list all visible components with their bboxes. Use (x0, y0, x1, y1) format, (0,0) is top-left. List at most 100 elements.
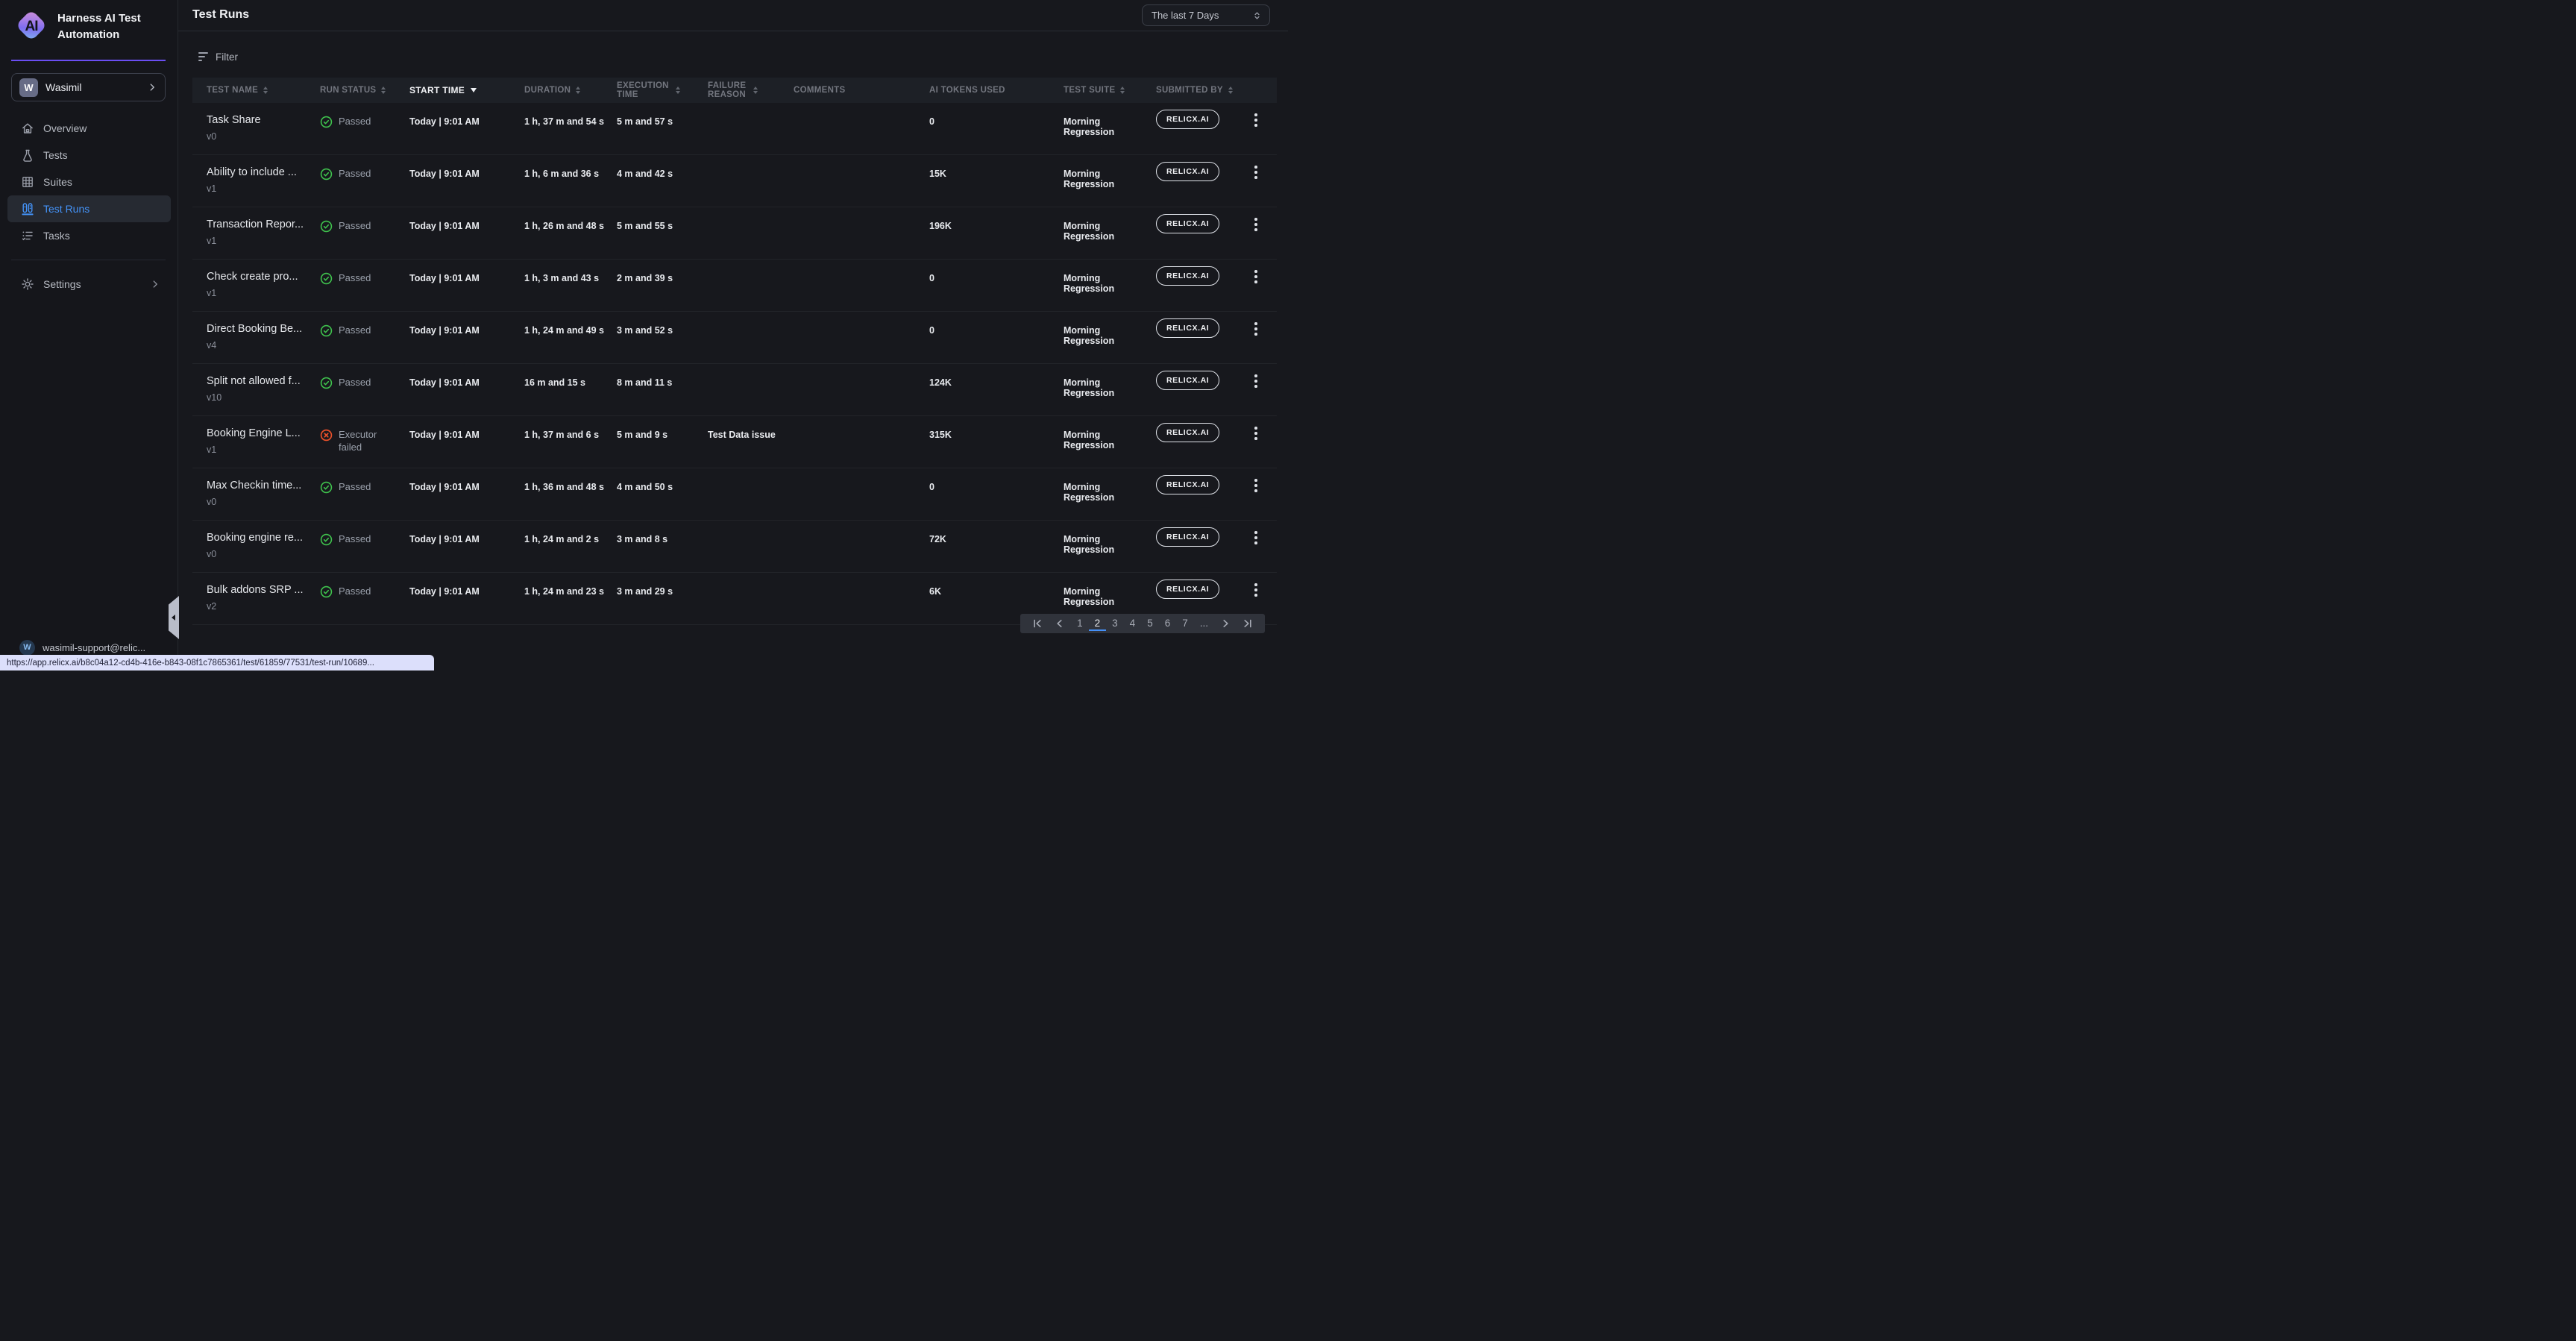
start-time-cell: Today | 9:01 AM (409, 155, 524, 207)
column-header[interactable]: TEST NAME (207, 86, 320, 95)
table-row[interactable]: Check create pro... v1 Passed Today | 9:… (192, 260, 1277, 312)
column-header[interactable]: FAILURE REASON (708, 81, 794, 99)
start-time-cell: Today | 9:01 AM (409, 573, 524, 624)
run-status-text: Passed (339, 480, 371, 493)
run-status-text: Passed (339, 533, 371, 545)
test-name-cell: Transaction Repor... v1 (207, 207, 320, 259)
kebab-menu-icon[interactable] (1251, 583, 1261, 597)
grid-icon (21, 175, 34, 189)
run-status-text: Passed (339, 219, 371, 232)
failure-reason-cell (708, 312, 794, 363)
table-row[interactable]: Task Share v0 Passed Today | 9:01 AM 1 h… (192, 103, 1277, 155)
column-header-label: SUBMITTED BY (1156, 86, 1223, 95)
pagination-ellipsis: ... (1194, 616, 1214, 631)
comments-cell (794, 260, 929, 311)
last-page-button[interactable] (1237, 618, 1259, 629)
column-header[interactable]: RUN STATUS (320, 86, 409, 95)
column-header[interactable]: EXECUTION TIME (617, 81, 708, 99)
test-suite-cell: Morning Regression (1064, 468, 1156, 520)
start-time-cell: Today | 9:01 AM (409, 364, 524, 415)
run-status-cell: Passed (320, 207, 409, 259)
ai-tokens-cell: 124K (929, 364, 1064, 415)
column-header[interactable]: START TIME (409, 86, 524, 95)
column-header[interactable]: COMMENTS (794, 86, 929, 95)
sidebar-item-overview[interactable]: Overview (7, 115, 171, 142)
workspace-selector[interactable]: W Wasimil (11, 73, 166, 101)
test-name: Bulk addons SRP ... (207, 584, 310, 596)
page-7[interactable]: 7 (1176, 616, 1194, 631)
page-6[interactable]: 6 (1159, 616, 1177, 631)
kebab-menu-icon[interactable] (1251, 322, 1261, 336)
page-3[interactable]: 3 (1106, 616, 1124, 631)
status-url-text: https://app.relicx.ai/b8c04a12-cd4b-416e… (7, 659, 374, 668)
row-actions-cell (1251, 521, 1277, 572)
kebab-menu-icon[interactable] (1251, 427, 1261, 440)
table-row[interactable]: Transaction Repor... v1 Passed Today | 9… (192, 207, 1277, 260)
table-row[interactable]: Ability to include ... v1 Passed Today |… (192, 155, 1277, 207)
row-actions-cell (1251, 155, 1277, 207)
sidebar-item-settings[interactable]: Settings (7, 271, 171, 297)
run-status-cell: Passed (320, 573, 409, 624)
page-4[interactable]: 4 (1124, 616, 1142, 631)
check-circle-icon (320, 116, 333, 128)
table-row[interactable]: Booking Engine L... v1 Executor failed T… (192, 416, 1277, 468)
submitted-by-cell: RELICX.AI (1156, 103, 1251, 154)
run-status-cell: Passed (320, 312, 409, 363)
sidebar-collapse-handle[interactable] (169, 596, 179, 639)
table-row[interactable]: Booking engine re... v0 Passed Today | 9… (192, 521, 1277, 573)
table-row[interactable]: Max Checkin time... v0 Passed Today | 9:… (192, 468, 1277, 521)
column-header[interactable]: TEST SUITE (1064, 86, 1156, 95)
start-time-cell: Today | 9:01 AM (409, 521, 524, 572)
run-status-text: Executor failed (339, 428, 399, 453)
submitted-by-cell: RELICX.AI (1156, 207, 1251, 259)
first-page-button[interactable] (1026, 618, 1049, 629)
chevron-left-icon (1055, 618, 1065, 629)
kebab-menu-icon[interactable] (1251, 270, 1261, 283)
sidebar-item-tests[interactable]: Tests (7, 142, 171, 169)
test-name-cell: Task Share v0 (207, 103, 320, 154)
test-name: Booking Engine L... (207, 427, 310, 439)
sidebar-item-tasks[interactable]: Tasks (7, 222, 171, 249)
check-circle-icon (320, 377, 333, 389)
table-row[interactable]: Direct Booking Be... v4 Passed Today | 9… (192, 312, 1277, 364)
kebab-menu-icon[interactable] (1251, 479, 1261, 492)
failure-reason-cell: Test Data issue (708, 416, 794, 468)
sidebar-item-test-runs[interactable]: Test Runs (7, 195, 171, 222)
row-actions-cell (1251, 207, 1277, 259)
kebab-menu-icon[interactable] (1251, 218, 1261, 231)
failure-reason-cell (708, 103, 794, 154)
execution-time-cell: 5 m and 57 s (617, 103, 708, 154)
date-range-select[interactable]: The last 7 Days (1142, 4, 1270, 26)
table-row[interactable]: Split not allowed f... v10 Passed Today … (192, 364, 1277, 416)
run-status-text: Passed (339, 585, 371, 597)
logo-monogram: AI (15, 19, 48, 35)
column-header[interactable]: AI TOKENS USED (929, 86, 1064, 95)
column-header[interactable]: DURATION (524, 86, 617, 95)
submitted-by-cell: RELICX.AI (1156, 312, 1251, 363)
filter-button[interactable]: Filter (198, 46, 238, 67)
gear-icon (21, 277, 34, 291)
column-header-label: EXECUTION TIME (617, 81, 670, 99)
sort-arrows-icon (1228, 87, 1233, 94)
comments-cell (794, 468, 929, 520)
app-root: { "app": { "brand_title": "Harness AI Te… (0, 0, 1288, 670)
kebab-menu-icon[interactable] (1251, 374, 1261, 388)
sidebar-item-label: Tests (43, 149, 68, 161)
kebab-menu-icon[interactable] (1251, 531, 1261, 544)
test-name: Transaction Repor... (207, 219, 310, 230)
page-2[interactable]: 2 (1089, 616, 1107, 631)
page-5[interactable]: 5 (1141, 616, 1159, 631)
sidebar-item-suites[interactable]: Suites (7, 169, 171, 195)
kebab-menu-icon[interactable] (1251, 166, 1261, 179)
execution-time-cell: 8 m and 11 s (617, 364, 708, 415)
ai-tokens-cell: 196K (929, 207, 1064, 259)
next-page-button[interactable] (1214, 618, 1237, 629)
page-1[interactable]: 1 (1071, 616, 1089, 631)
user-email: wasimil-support@relic... (43, 642, 145, 653)
kebab-menu-icon[interactable] (1251, 113, 1261, 127)
column-header[interactable]: SUBMITTED BY (1156, 86, 1251, 95)
check-circle-icon (320, 168, 333, 180)
sidebar-item-label: Settings (43, 278, 81, 290)
duration-cell: 1 h, 24 m and 23 s (524, 573, 617, 624)
prev-page-button[interactable] (1049, 618, 1071, 629)
